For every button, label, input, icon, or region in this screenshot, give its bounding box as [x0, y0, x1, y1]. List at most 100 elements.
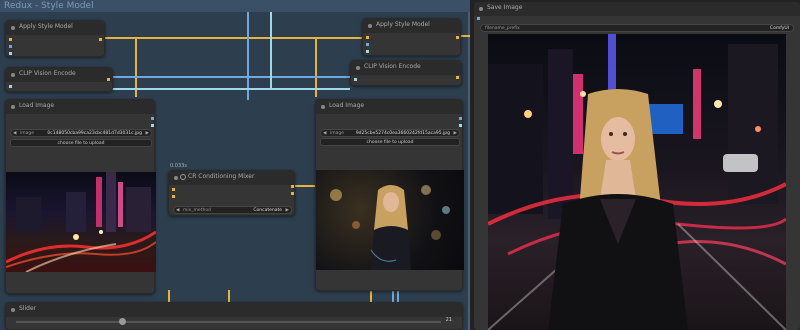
filename-prefix-field[interactable]: filename_prefix ComfyUI: [480, 24, 794, 32]
node-title-bar[interactable]: CR Conditioning Mixer: [169, 171, 294, 185]
next-arrow-icon[interactable]: ▶: [454, 130, 457, 137]
widget-value: 9d25cbe5274c0ea3660242fd15aca95.jpg: [355, 131, 450, 136]
prev-arrow-icon[interactable]: ◀: [323, 130, 326, 137]
widget-label: image: [330, 131, 345, 136]
apply-style-model-node-1[interactable]: Apply Style Model: [5, 20, 105, 57]
image-preview-portrait: [316, 170, 464, 270]
save-image-node[interactable]: Save Image filename_prefix ComfyUI: [474, 2, 800, 330]
cr-conditioning-mixer-node[interactable]: CR Conditioning Mixer ◀ mix_method Conca…: [168, 170, 295, 216]
node-canvas[interactable]: Redux - Style Model Apply Style Model CL…: [0, 0, 800, 330]
next-arrow-icon[interactable]: ▶: [146, 130, 149, 137]
widget-value: ComfyUI: [769, 26, 789, 31]
node-badge-icon: [180, 174, 186, 180]
output-port[interactable]: [107, 78, 110, 81]
prev-arrow-icon[interactable]: ◀: [13, 130, 16, 137]
load-image-node-2[interactable]: Load Image ◀ image 9d25cbe5274c0ea366024…: [315, 99, 464, 291]
output-port[interactable]: [151, 124, 154, 127]
output-port[interactable]: [291, 185, 294, 188]
next-arrow-icon[interactable]: ▶: [286, 207, 289, 214]
upload-button[interactable]: choose file to upload: [320, 138, 460, 146]
widget-value: 0c148050cba99ca23cbc481d7d3031c.jpg: [47, 131, 142, 136]
collapse-dot-icon[interactable]: [11, 26, 15, 30]
image-select[interactable]: ◀ image 0c148050cba99ca23cbc481d7d3031c.…: [10, 129, 152, 137]
city-night-illustration: [6, 172, 156, 272]
wire-yellow-bottom-3: [168, 290, 170, 302]
node-title: Slider: [19, 305, 37, 312]
output-port[interactable]: [99, 38, 102, 41]
wire-cyan-2: [270, 12, 272, 88]
node-title: Load Image: [19, 102, 55, 109]
node-title: CLIP Vision Encode: [19, 70, 76, 77]
prev-arrow-icon[interactable]: ◀: [176, 207, 179, 214]
input-port[interactable]: [366, 50, 369, 53]
node-title-bar[interactable]: CLIP Vision Encode: [6, 68, 112, 82]
image-preview-city-night: [6, 172, 156, 272]
collapse-dot-icon[interactable]: [11, 73, 15, 77]
collapse-dot-icon[interactable]: [11, 105, 15, 109]
input-port[interactable]: [366, 36, 369, 39]
upload-button[interactable]: choose file to upload: [10, 139, 152, 147]
mix-method-select[interactable]: ◀ mix_method Concatenate ▶: [173, 206, 292, 214]
slider-track[interactable]: [16, 321, 441, 323]
group-title: Redux - Style Model: [4, 1, 94, 11]
wire-blue-bottom-2: [397, 290, 399, 302]
slider-thumb[interactable]: [118, 318, 126, 325]
slider-node[interactable]: Slider 21: [5, 302, 463, 330]
load-image-node-1[interactable]: Load Image ◀ image 0c148050cba99ca23cbc4…: [5, 99, 156, 294]
node-title-bar[interactable]: Load Image: [6, 100, 154, 114]
node-title-bar[interactable]: CLIP Vision Encode: [351, 61, 461, 75]
collapse-dot-icon[interactable]: [479, 7, 483, 11]
node-title: CR Conditioning Mixer: [188, 173, 255, 180]
wire-yellow-bottom-2: [228, 290, 230, 302]
input-port[interactable]: [172, 188, 175, 191]
node-title: CLIP Vision Encode: [364, 63, 421, 70]
wire-yellow-top: [105, 37, 363, 39]
node-title: Apply Style Model: [19, 23, 73, 30]
input-port[interactable]: [9, 85, 12, 88]
input-port[interactable]: [366, 43, 369, 46]
input-port[interactable]: [9, 45, 12, 48]
portrait-illustration: [330, 185, 450, 270]
widget-value: Concatenate: [253, 208, 282, 213]
node-title-bar[interactable]: Apply Style Model: [363, 19, 460, 33]
input-port[interactable]: [354, 78, 357, 81]
node-title-bar[interactable]: Apply Style Model: [6, 21, 104, 35]
widget-label: mix_method: [183, 208, 211, 213]
node-title: Apply Style Model: [376, 21, 430, 28]
input-port[interactable]: [9, 52, 12, 55]
node-title-bar[interactable]: Load Image: [316, 100, 462, 114]
output-port[interactable]: [459, 117, 462, 120]
node-title: Load Image: [329, 102, 365, 109]
apply-style-model-node-2[interactable]: Apply Style Model: [362, 18, 461, 56]
clip-vision-encode-node-2[interactable]: CLIP Vision Encode: [350, 60, 462, 86]
output-port[interactable]: [459, 124, 462, 127]
collapse-dot-icon[interactable]: [174, 176, 178, 180]
output-port[interactable]: [291, 192, 294, 195]
node-title-bar[interactable]: Save Image: [474, 2, 800, 16]
node-title-bar[interactable]: Slider: [6, 303, 462, 317]
wire-blue-2: [110, 76, 350, 78]
input-port[interactable]: [172, 195, 175, 198]
input-port[interactable]: [9, 38, 12, 41]
output-port[interactable]: [151, 117, 154, 120]
widget-label: image: [20, 131, 35, 136]
collapse-dot-icon[interactable]: [321, 105, 325, 109]
wire-cyan-1: [110, 88, 350, 90]
wire-blue-1: [247, 12, 249, 100]
collapse-dot-icon[interactable]: [11, 308, 15, 312]
wire-yellow-out: [460, 35, 470, 37]
output-portrait-illustration: [488, 34, 786, 330]
widget-label: filename_prefix: [485, 26, 520, 31]
output-port[interactable]: [456, 76, 459, 79]
wire-yellow-bottom-1: [370, 290, 372, 302]
output-image-preview: [488, 34, 786, 330]
collapse-dot-icon[interactable]: [356, 66, 360, 70]
image-select[interactable]: ◀ image 9d25cbe5274c0ea3660242fd15aca95.…: [320, 129, 460, 137]
output-port[interactable]: [456, 36, 459, 39]
input-port[interactable]: [477, 17, 480, 20]
collapse-dot-icon[interactable]: [368, 24, 372, 28]
slider-value: 21: [445, 317, 452, 323]
clip-vision-encode-node-1[interactable]: CLIP Vision Encode: [5, 67, 113, 92]
node-title: Save Image: [487, 4, 523, 11]
mixer-timing: 0.033s: [170, 163, 187, 169]
